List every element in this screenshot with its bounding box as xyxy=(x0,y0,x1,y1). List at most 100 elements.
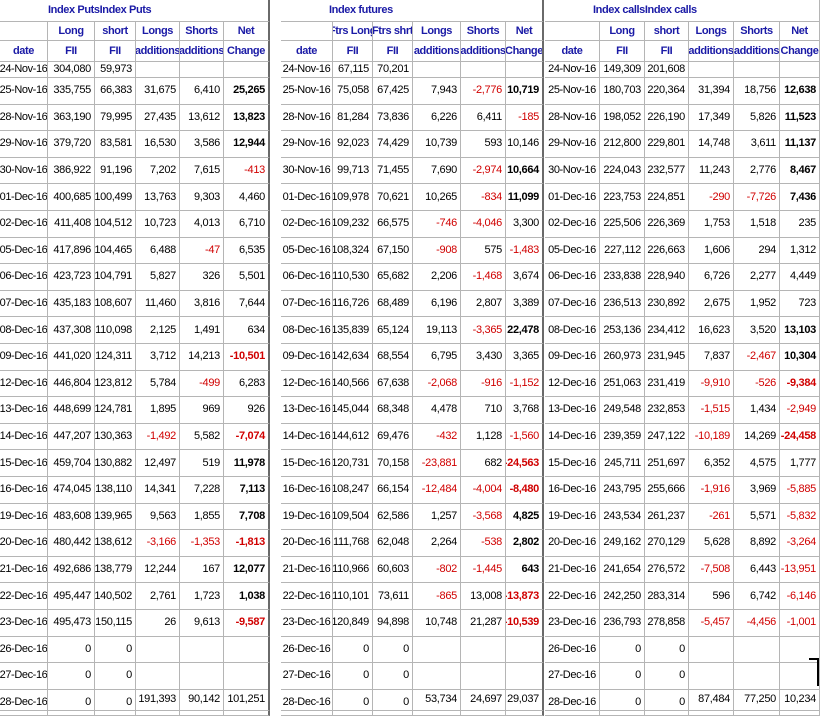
value-cell[interactable]: 201,608 xyxy=(645,62,689,78)
value-cell[interactable]: 1,491 xyxy=(180,317,224,344)
value-cell[interactable]: 139,965 xyxy=(95,503,136,531)
value-cell[interactable] xyxy=(506,663,544,690)
value-cell[interactable]: 22,478 xyxy=(506,317,544,344)
value-cell[interactable]: 230,892 xyxy=(645,290,689,318)
value-cell[interactable]: 7,228 xyxy=(180,477,224,504)
value-cell[interactable]: 10,748 xyxy=(413,610,461,637)
value-cell[interactable]: 242,250 xyxy=(600,583,645,610)
value-cell[interactable]: 70,201 xyxy=(373,62,413,78)
value-cell[interactable]: 2,802 xyxy=(506,530,544,557)
date-cell[interactable]: 20-Dec-16 xyxy=(281,530,333,557)
value-cell[interactable]: 10,739 xyxy=(413,131,461,158)
value-cell[interactable]: 10,723 xyxy=(136,211,180,238)
value-cell[interactable]: 226,190 xyxy=(645,104,689,132)
value-cell[interactable]: 110,530 xyxy=(333,264,373,291)
value-cell[interactable]: -13,951 xyxy=(780,556,820,584)
value-cell[interactable]: 1,777 xyxy=(780,450,820,477)
date-cell[interactable]: 25-Nov-16 xyxy=(281,78,333,105)
header-top-cell[interactable]: Long xyxy=(600,22,645,41)
value-cell[interactable] xyxy=(734,663,780,690)
value-cell[interactable]: 3,586 xyxy=(180,131,224,158)
date-cell[interactable]: 12-Dec-16 xyxy=(281,370,333,398)
value-cell[interactable]: 326 xyxy=(180,264,224,291)
value-cell[interactable]: 14,213 xyxy=(180,344,224,371)
value-cell[interactable] xyxy=(689,636,734,664)
value-cell[interactable]: -1,492 xyxy=(136,423,180,451)
value-cell[interactable]: 31,675 xyxy=(136,78,180,105)
value-cell[interactable]: -916 xyxy=(461,370,506,398)
value-cell[interactable]: 0 xyxy=(48,636,95,664)
value-cell[interactable]: 124,311 xyxy=(95,344,136,371)
value-cell[interactable]: 0 xyxy=(373,636,413,664)
value-cell[interactable]: 108,324 xyxy=(333,237,373,265)
value-cell[interactable]: -834 xyxy=(461,184,506,211)
value-cell[interactable]: 140,502 xyxy=(95,583,136,610)
value-cell[interactable]: -24,563 xyxy=(506,450,544,477)
date-cell[interactable]: 24-Nov-16 xyxy=(281,62,333,78)
value-cell[interactable]: -802 xyxy=(413,556,461,584)
value-cell[interactable]: 0 xyxy=(333,663,373,690)
value-cell[interactable]: 249,548 xyxy=(600,397,645,424)
value-cell[interactable]: 2,277 xyxy=(734,264,780,291)
value-cell[interactable]: 104,791 xyxy=(95,264,136,291)
header-top-cell[interactable]: Longs xyxy=(689,22,734,41)
value-cell[interactable]: 66,154 xyxy=(373,477,413,504)
value-cell[interactable]: 8,892 xyxy=(734,530,780,557)
value-cell[interactable]: 386,922 xyxy=(48,157,95,185)
value-cell[interactable]: 6,726 xyxy=(689,264,734,291)
total-cell[interactable]: 87,484 xyxy=(689,689,734,711)
header-top-cell[interactable]: Net xyxy=(780,22,820,41)
date-cell[interactable]: 19-Dec-16 xyxy=(545,503,600,531)
value-cell[interactable]: 241,654 xyxy=(600,556,645,584)
value-cell[interactable]: 16,623 xyxy=(689,317,734,344)
value-cell[interactable]: 4,575 xyxy=(734,450,780,477)
value-cell[interactable]: -526 xyxy=(734,370,780,398)
total-cell[interactable]: 24,697 xyxy=(461,689,506,711)
value-cell[interactable]: 2,761 xyxy=(136,583,180,610)
value-cell[interactable]: 13,612 xyxy=(180,104,224,132)
value-cell[interactable]: 243,795 xyxy=(600,477,645,504)
value-cell[interactable]: 65,124 xyxy=(373,317,413,344)
value-cell[interactable]: -8,480 xyxy=(506,477,544,504)
value-cell[interactable]: 260,973 xyxy=(600,344,645,371)
value-cell[interactable]: 335,755 xyxy=(48,78,95,105)
value-cell[interactable]: 6,488 xyxy=(136,237,180,265)
value-cell[interactable]: 228,940 xyxy=(645,264,689,291)
value-cell[interactable]: 66,575 xyxy=(373,211,413,238)
value-cell[interactable]: 212,800 xyxy=(600,131,645,158)
date-cell[interactable]: 01-Dec-16 xyxy=(545,184,600,211)
value-cell[interactable]: 12,638 xyxy=(780,78,820,105)
value-cell[interactable]: -261 xyxy=(689,503,734,531)
value-cell[interactable]: 575 xyxy=(461,237,506,265)
value-cell[interactable]: 474,045 xyxy=(48,477,95,504)
value-cell[interactable]: 10,719 xyxy=(506,78,544,105)
value-cell[interactable]: 255,666 xyxy=(645,477,689,504)
value-cell[interactable]: 94,898 xyxy=(373,610,413,637)
value-cell[interactable]: 130,882 xyxy=(95,450,136,477)
value-cell[interactable]: 1,257 xyxy=(413,503,461,531)
value-cell[interactable]: -3,166 xyxy=(136,530,180,557)
date-cell[interactable]: 13-Dec-16 xyxy=(281,397,333,424)
value-cell[interactable]: 239,359 xyxy=(600,423,645,451)
value-cell[interactable]: 7,202 xyxy=(136,157,180,185)
date-cell[interactable]: 01-Dec-16 xyxy=(0,184,48,211)
value-cell[interactable]: 116,726 xyxy=(333,290,373,318)
value-cell[interactable]: 19,113 xyxy=(413,317,461,344)
value-cell[interactable]: -23,881 xyxy=(413,450,461,477)
value-cell[interactable]: -1,152 xyxy=(506,370,544,398)
value-cell[interactable]: -7,074 xyxy=(224,423,270,451)
value-cell[interactable]: -185 xyxy=(506,104,544,132)
value-cell[interactable]: 3,674 xyxy=(506,264,544,291)
value-cell[interactable]: 6,352 xyxy=(689,450,734,477)
date-cell[interactable]: 26-Dec-16 xyxy=(0,636,48,664)
header-top-cell[interactable]: Longs xyxy=(413,22,461,41)
value-cell[interactable]: 3,365 xyxy=(506,344,544,371)
date-cell[interactable]: 14-Dec-16 xyxy=(545,423,600,451)
value-cell[interactable]: 62,048 xyxy=(373,530,413,557)
value-cell[interactable]: 411,408 xyxy=(48,211,95,238)
value-cell[interactable]: -9,384 xyxy=(780,370,820,398)
header-top-cell[interactable]: Shorts xyxy=(180,22,224,41)
value-cell[interactable]: -4,004 xyxy=(461,477,506,504)
value-cell[interactable]: 2,264 xyxy=(413,530,461,557)
value-cell[interactable]: 1,518 xyxy=(734,211,780,238)
